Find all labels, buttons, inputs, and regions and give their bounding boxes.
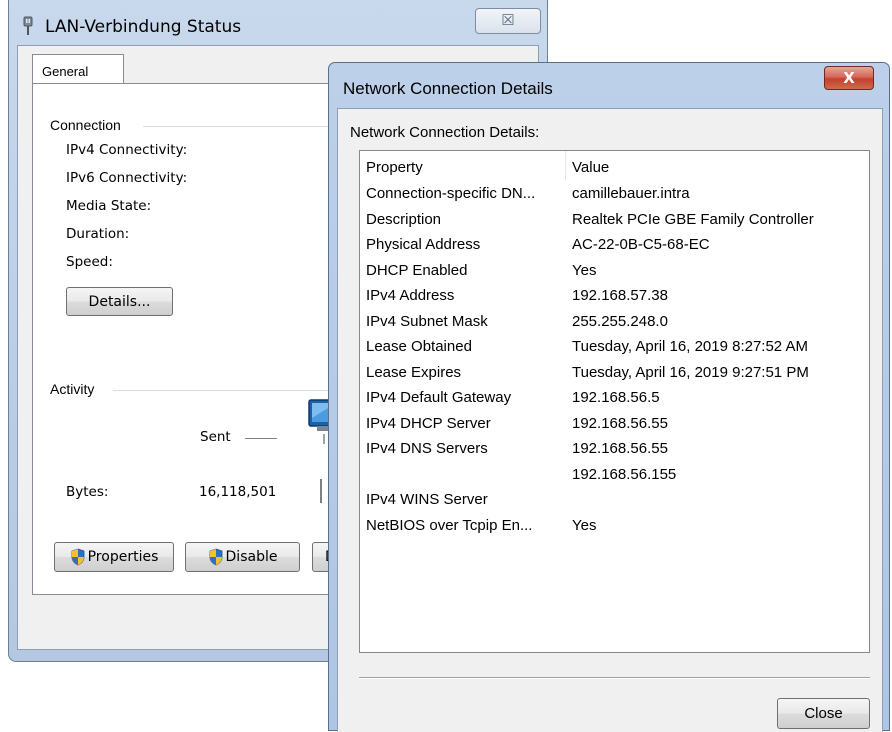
property-cell: IPv4 Address — [366, 287, 455, 304]
dialog-close-button[interactable]: X — [824, 66, 874, 90]
value-cell: 192.168.56.55 — [572, 414, 668, 432]
list-rows: Connection-specific DN... camillebauer.in… — [360, 185, 869, 542]
column-header-value[interactable]: Value — [566, 151, 871, 180]
close-button-label: Close — [804, 705, 843, 722]
property-cell: Physical Address — [366, 236, 481, 253]
property-cell: IPv4 DNS Servers — [366, 440, 488, 457]
value-cell: 192.168.56.55 — [572, 440, 668, 457]
bytes-label: Bytes: — [66, 484, 109, 500]
list-row[interactable]: 192.168.56.155 — [360, 466, 869, 492]
tab-general[interactable]: General — [32, 54, 124, 84]
list-row[interactable]: Description Realtek PCIe GBE Family Contr… — [360, 211, 869, 237]
dialog-title: Network Connection Details — [343, 79, 553, 98]
value-cell: Yes — [572, 261, 597, 279]
properties-button-label: Properties — [87, 549, 159, 565]
list-row[interactable]: DHCP Enabled Yes — [360, 262, 869, 288]
property-cell: IPv4 Subnet Mask — [366, 312, 488, 330]
lan-status-titlebar[interactable]: LAN-Verbindung Status ☒ — [9, 0, 547, 40]
property-cell: Description — [366, 210, 442, 228]
property-cell: Lease Obtained — [366, 338, 472, 355]
lan-status-title: LAN-Verbindung Status — [45, 17, 242, 37]
value-cell: Yes — [572, 516, 597, 534]
network-connection-details-dialog: Network Connection Details X Network Con… — [328, 62, 890, 732]
sent-line — [245, 438, 277, 439]
value-cell: Tuesday, April 16, 2019 8:27:52 AM — [572, 338, 808, 355]
disable-button[interactable]: Disable — [185, 542, 300, 572]
uac-shield-icon — [209, 548, 222, 566]
value-cell: 192.168.56.155 — [572, 465, 677, 483]
property-cell: NetBIOS over Tcpip En... — [366, 516, 533, 534]
details-list[interactable]: Property Value Connection-specific DN...… — [359, 150, 870, 653]
dialog-body: Network Connection Details: Property Val… — [337, 108, 883, 732]
dialog-separator — [359, 677, 870, 679]
list-row[interactable]: Lease Obtained Tuesday, April 16, 2019 8:… — [360, 338, 869, 364]
details-button-label: Details... — [88, 293, 151, 310]
close-icon: ☒ — [501, 12, 515, 29]
value-cell: Tuesday, April 16, 2019 9:27:51 PM — [572, 363, 809, 381]
duration-label: Duration: — [66, 226, 130, 242]
property-cell: IPv4 Default Gateway — [366, 389, 512, 406]
list-row[interactable]: IPv4 WINS Server — [360, 491, 869, 517]
connection-group-label: Connection — [50, 117, 121, 133]
details-heading: Network Connection Details: — [350, 124, 540, 141]
value-cell: Realtek PCIe GBE Family Controller — [572, 210, 814, 228]
property-cell: IPv4 DHCP Server — [366, 414, 491, 432]
lan-close-button[interactable]: ☒ — [475, 8, 541, 34]
media-state-label: Media State: — [66, 198, 152, 214]
value-cell: AC-22-0B-C5-68-EC — [572, 236, 710, 253]
activity-group-label: Activity — [50, 381, 95, 397]
bytes-sent-value: 16,118,501 — [199, 484, 277, 500]
list-header: Property Value — [360, 151, 869, 180]
list-row[interactable]: IPv4 Default Gateway 192.168.56.5 — [360, 389, 869, 415]
property-cell: IPv4 WINS Server — [366, 491, 488, 508]
disable-button-label: Disable — [225, 549, 278, 565]
close-button[interactable]: Close — [777, 698, 870, 729]
ipv6-connectivity-label: IPv6 Connectivity: — [66, 170, 188, 186]
value-cell: 192.168.56.5 — [572, 389, 660, 406]
list-row[interactable]: IPv4 Subnet Mask 255.255.248.0 — [360, 313, 869, 339]
activity-divider — [320, 479, 322, 503]
ipv4-connectivity-label: IPv4 Connectivity: — [66, 142, 188, 158]
value-cell: 192.168.57.38 — [572, 287, 668, 304]
uac-shield-icon — [71, 548, 85, 566]
sent-label: Sent — [200, 429, 231, 445]
list-row[interactable]: Lease Expires Tuesday, April 16, 2019 9:2… — [360, 364, 869, 390]
property-cell: Lease Expires — [366, 363, 462, 381]
list-row[interactable]: IPv4 Address 192.168.57.38 — [360, 287, 869, 313]
list-row[interactable]: NetBIOS over Tcpip En... Yes — [360, 517, 869, 543]
speed-label: Speed: — [66, 254, 113, 270]
network-plug-icon — [23, 16, 33, 35]
close-icon: X — [843, 69, 855, 87]
properties-button[interactable]: Properties — [54, 542, 174, 572]
list-row[interactable]: Physical Address AC-22-0B-C5-68-EC — [360, 236, 869, 262]
list-row[interactable]: Connection-specific DN... camillebauer.in… — [360, 185, 869, 211]
column-header-property[interactable]: Property — [360, 151, 566, 180]
value-cell: camillebauer.intra — [572, 185, 690, 202]
details-button[interactable]: Details... — [66, 287, 173, 316]
property-cell: DHCP Enabled — [366, 261, 468, 279]
list-row[interactable]: IPv4 DNS Servers 192.168.56.55 — [360, 440, 869, 466]
value-cell: 255.255.248.0 — [572, 312, 668, 330]
list-row[interactable]: IPv4 DHCP Server 192.168.56.55 — [360, 415, 869, 441]
property-cell: Connection-specific DN... — [366, 185, 536, 202]
